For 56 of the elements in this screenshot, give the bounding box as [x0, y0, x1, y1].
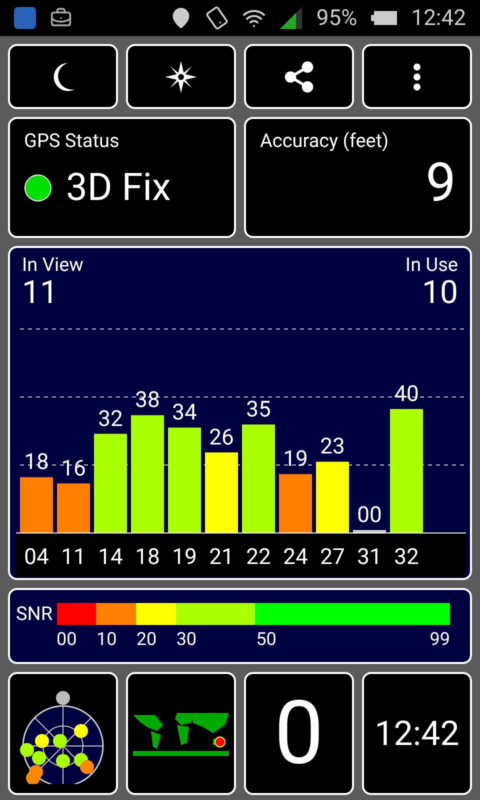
in-use-label: In Use — [405, 254, 458, 275]
satellite-id-label: 18 — [135, 545, 160, 570]
bar-value-label: 23 — [320, 434, 345, 460]
bar-value-label: 40 — [394, 382, 419, 407]
in-use-count: 10 — [422, 275, 458, 309]
bar-value-label: 19 — [283, 447, 308, 472]
snr-scale-label: 30 — [176, 629, 197, 650]
bar-value-label: 34 — [172, 400, 197, 426]
clock-time: 12:42 — [374, 714, 460, 754]
snr-scale-label: 00 — [56, 629, 77, 650]
snr-scale-label: 10 — [96, 629, 117, 650]
accuracy-value: 9 — [426, 152, 456, 216]
briefcase-icon — [50, 7, 72, 29]
snr-label: SNR — [16, 602, 53, 625]
counter-value: 0 — [274, 684, 324, 784]
clock-tile[interactable]: 12:42 — [362, 672, 472, 795]
compass-button[interactable] — [126, 44, 236, 109]
bar-value-label: 26 — [209, 425, 234, 450]
bar-value-label: 32 — [98, 406, 123, 432]
satellite-id-label: 21 — [209, 545, 234, 570]
battery-percent: 95% — [316, 6, 358, 30]
fix-status: 3D Fix — [66, 166, 171, 210]
app-icon — [14, 7, 36, 29]
card-title: Accuracy (feet) — [260, 129, 390, 152]
snr-scale-label: 99 — [430, 629, 450, 650]
snr-scale-label: 20 — [136, 629, 157, 650]
bar-value-label: 00 — [357, 503, 382, 528]
bar-value-label: 18 — [24, 450, 49, 476]
night-mode-button[interactable] — [8, 44, 118, 109]
more-vertical-icon — [413, 62, 421, 90]
bar-value-label: 35 — [246, 398, 271, 422]
world-map-tile[interactable] — [126, 672, 236, 795]
share-icon — [282, 60, 316, 94]
signal-icon — [280, 7, 302, 29]
counter-tile[interactable]: 0 — [244, 672, 354, 795]
in-view-count: 11 — [22, 275, 58, 309]
satellite-id-label: 11 — [61, 545, 86, 570]
bar-value-label: 38 — [135, 388, 160, 414]
satellite-id-label: 14 — [98, 545, 123, 570]
satellite-id-label: 31 — [357, 545, 382, 570]
more-menu-button[interactable] — [362, 44, 472, 109]
share-button[interactable] — [244, 44, 354, 109]
card-title: GPS Status — [24, 129, 120, 152]
satellite-id-label: 19 — [172, 545, 197, 570]
satellite-id-label: 22 — [246, 545, 271, 570]
satellite-id-label: 04 — [24, 545, 49, 570]
bar-value-label: 16 — [61, 456, 86, 482]
compass-star-icon — [164, 60, 198, 94]
sky-plot-tile[interactable] — [8, 672, 118, 795]
satellite-id-label: 32 — [394, 545, 419, 570]
status-time: 12:42 — [411, 6, 466, 30]
battery-icon — [371, 11, 398, 25]
in-view-label: In View — [22, 254, 84, 275]
satellite-id-label: 24 — [283, 545, 308, 570]
satellite-id-label: 27 — [320, 545, 345, 570]
snr-scale-label: 50 — [256, 629, 276, 650]
